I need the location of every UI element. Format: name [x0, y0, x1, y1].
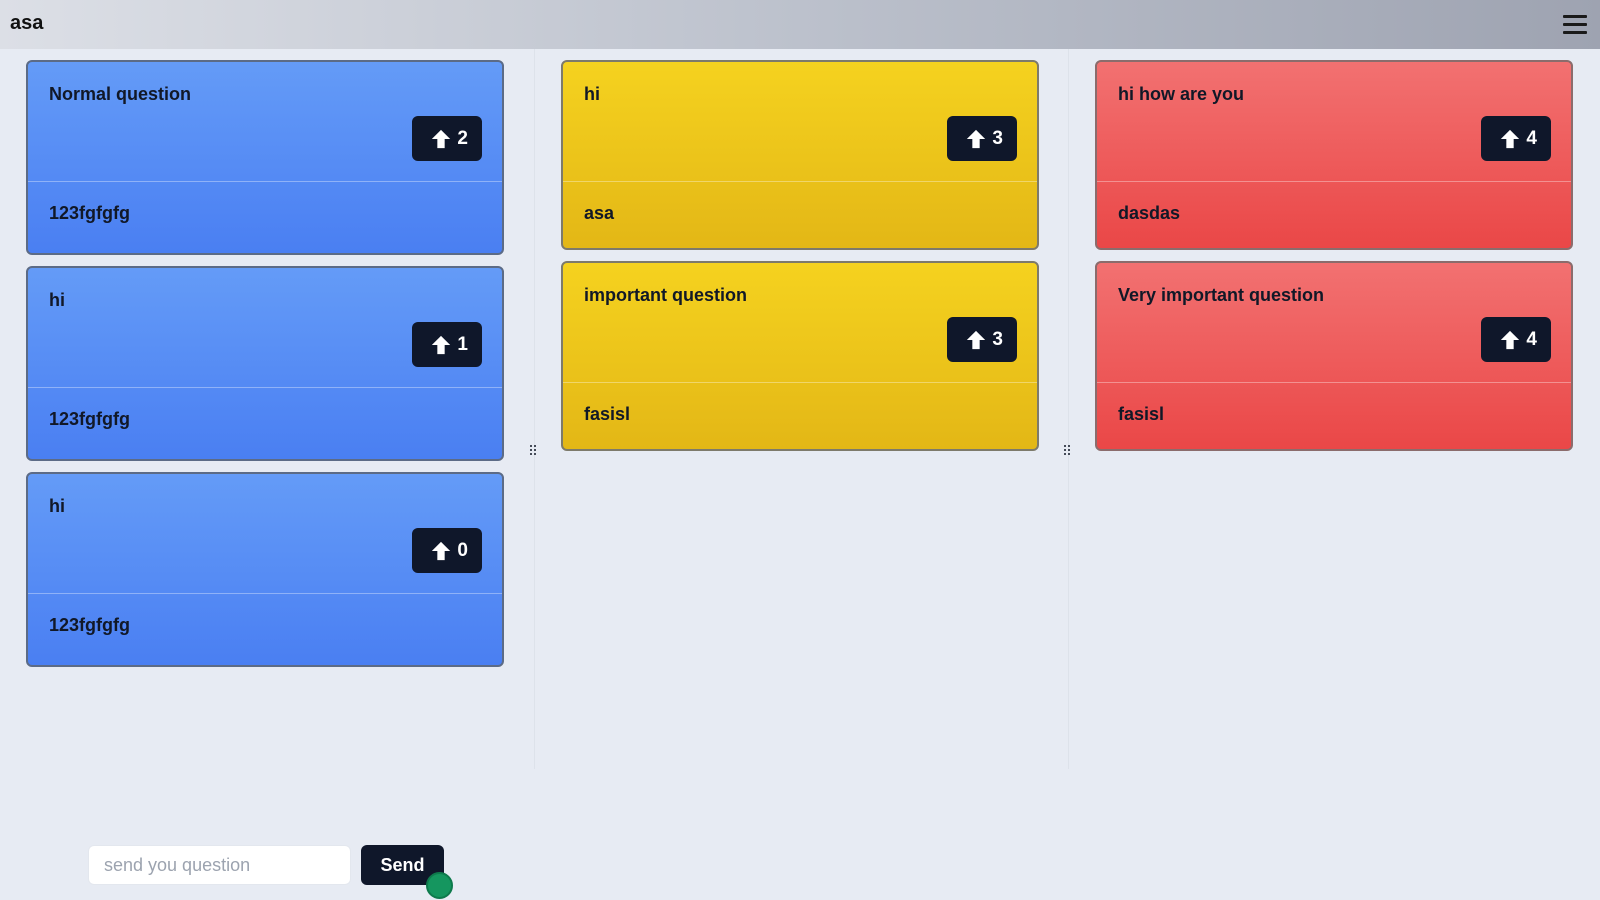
question-author: asa [584, 203, 615, 223]
vote-count: 4 [1526, 328, 1537, 350]
arrow-up-icon [967, 330, 986, 349]
upvote-button[interactable]: 2 [412, 116, 482, 161]
question-text: hi [49, 290, 65, 310]
question-card: hi 3 asa [561, 60, 1039, 250]
question-card-body: important question 3 [563, 263, 1037, 383]
question-card-body: hi 1 [28, 268, 502, 388]
question-card-footer: 123fgfgfg [28, 182, 502, 246]
question-author: 123fgfgfg [49, 409, 130, 429]
question-text: hi [584, 84, 600, 104]
question-author: dasdas [1118, 203, 1181, 223]
arrow-up-icon [1501, 129, 1520, 148]
status-indicator [426, 872, 453, 899]
arrow-up-icon [967, 129, 986, 148]
column-divider [534, 49, 535, 769]
question-card-body: Very important question 4 [1097, 263, 1571, 383]
resize-grip-icon[interactable] [530, 445, 538, 457]
question-card-footer: fasisl [1097, 383, 1571, 447]
arrow-up-icon [432, 335, 451, 354]
vote-count: 3 [992, 328, 1003, 350]
question-card-body: Normal question 2 [28, 62, 502, 182]
arrow-up-icon [432, 129, 451, 148]
app-title: asa [10, 12, 44, 34]
column-divider [1068, 49, 1069, 769]
upvote-button[interactable]: 4 [1481, 116, 1551, 161]
upvote-button[interactable]: 3 [947, 116, 1017, 161]
upvote-button[interactable]: 0 [412, 528, 482, 573]
top-bar: asa [0, 0, 1600, 49]
question-author: 123fgfgfg [49, 203, 130, 223]
question-author: fasisl [584, 404, 631, 424]
vote-count: 0 [457, 539, 468, 561]
question-card: important question 3 fasisl [561, 261, 1039, 451]
question-author: 123fgfgfg [49, 615, 130, 635]
question-card-body: hi 3 [563, 62, 1037, 182]
question-card-footer: dasdas [1097, 182, 1571, 246]
upvote-button[interactable]: 4 [1481, 317, 1551, 362]
question-input[interactable] [88, 845, 351, 885]
vote-count: 1 [457, 333, 468, 355]
question-card-footer: asa [563, 182, 1037, 246]
question-card: hi how are you 4 dasdas [1095, 60, 1573, 250]
question-card-footer: fasisl [563, 383, 1037, 447]
question-card: hi 0 123fgfgfg [26, 472, 504, 667]
arrow-up-icon [1501, 330, 1520, 349]
question-text: Normal question [49, 84, 192, 104]
question-card-body: hi 0 [28, 474, 502, 594]
question-text: hi how are you [1118, 84, 1245, 104]
question-card: hi 1 123fgfgfg [26, 266, 504, 461]
question-text: hi [49, 496, 65, 516]
question-card-footer: 123fgfgfg [28, 388, 502, 452]
vote-count: 4 [1526, 127, 1537, 149]
vote-count: 2 [457, 127, 468, 149]
upvote-button[interactable]: 1 [412, 322, 482, 367]
question-author: fasisl [1118, 404, 1165, 424]
arrow-up-icon [432, 541, 451, 560]
question-card-footer: 123fgfgfg [28, 594, 502, 658]
resize-grip-icon[interactable] [1064, 445, 1072, 457]
upvote-button[interactable]: 3 [947, 317, 1017, 362]
question-text: important question [584, 285, 747, 305]
question-card-body: hi how are you 4 [1097, 62, 1571, 182]
question-card: Normal question 2 123fgfgfg [26, 60, 504, 255]
question-text: Very important question [1118, 285, 1325, 305]
hamburger-menu-icon[interactable] [1563, 13, 1587, 35]
question-card: Very important question 4 fasisl [1095, 261, 1573, 451]
vote-count: 3 [992, 127, 1003, 149]
